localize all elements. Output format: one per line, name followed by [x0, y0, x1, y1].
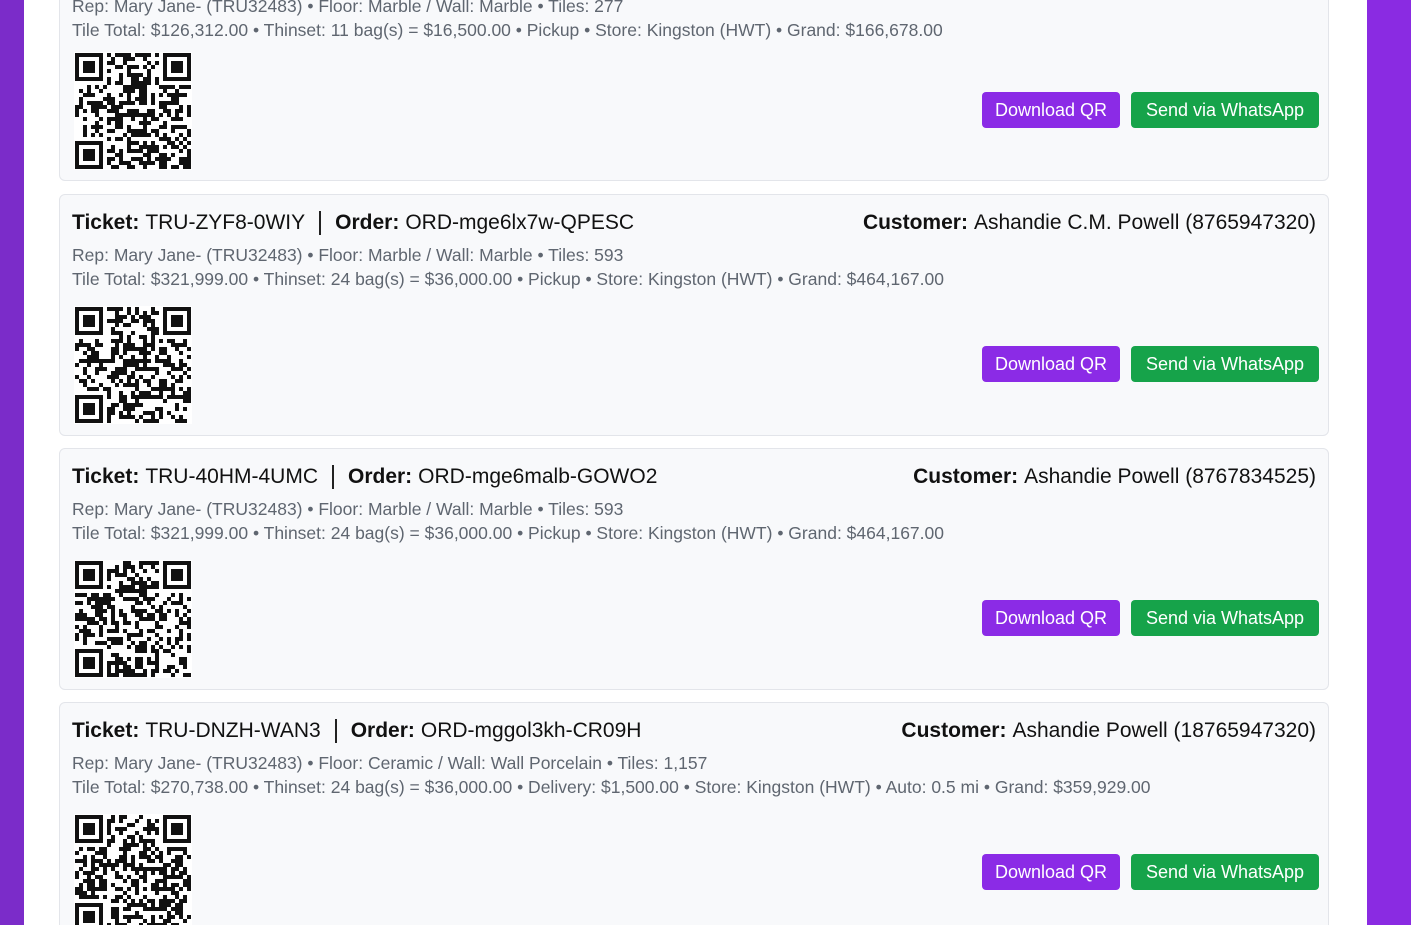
order-label: Order: — [350, 719, 415, 742]
qr-code-image — [74, 814, 192, 925]
download-qr-button[interactable]: Download QR — [982, 600, 1120, 636]
send-whatsapp-button[interactable]: Send via WhatsApp — [1131, 92, 1319, 128]
customer-info: Customer: Ashandie Powell (8767834525) — [913, 465, 1316, 489]
totals-details: Tile Total: $126,312.00 • Thinset: 11 ba… — [72, 20, 943, 40]
send-whatsapp-button[interactable]: Send via WhatsApp — [1131, 854, 1319, 890]
ticket-card: Ticket: TRU-40HM-4UMC Order: ORD-mge6mal… — [59, 448, 1329, 690]
rep-details: Rep: Mary Jane- (TRU32483) • Floor: Cera… — [72, 753, 708, 773]
totals-details: Tile Total: $270,738.00 • Thinset: 24 ba… — [72, 777, 1151, 797]
order-label: Order: — [335, 211, 400, 234]
customer-info: Customer: Ashandie Powell (18765947320) — [901, 719, 1316, 743]
ticket-header: Ticket: TRU-DNZH-WAN3 Order: ORD-mggol3k… — [72, 717, 1316, 745]
order-label: Order: — [347, 465, 413, 488]
divider — [331, 465, 334, 489]
customer-label: Customer: — [862, 211, 968, 234]
send-whatsapp-button[interactable]: Send via WhatsApp — [1131, 346, 1319, 382]
ticket-card: Ticket: TRU-DNZH-WAN3 Order: ORD-mggol3k… — [59, 702, 1329, 925]
ticket-header: Ticket: TRU-40HM-4UMC Order: ORD-mge6mal… — [72, 463, 1316, 491]
customer-info: Customer: Ashandie C.M. Powell (876594732… — [863, 211, 1316, 235]
rep-details: Rep: Mary Jane- (TRU32483) • Floor: Marb… — [72, 245, 624, 265]
order-id: ORD-mggol3kh-CR09H — [420, 719, 642, 742]
download-qr-button[interactable]: Download QR — [982, 92, 1120, 128]
send-whatsapp-button[interactable]: Send via WhatsApp — [1131, 600, 1319, 636]
ticket-id: TRU-ZYF8-0WIY — [145, 211, 306, 234]
qr-code-image — [74, 560, 192, 678]
download-qr-button[interactable]: Download QR — [982, 346, 1120, 382]
order-id: ORD-mge6malb-GOWO2 — [418, 465, 658, 488]
divider — [334, 719, 337, 743]
customer-label: Customer: — [901, 719, 1007, 742]
download-qr-button[interactable]: Download QR — [982, 854, 1120, 890]
ticket-card: Ticket: TRU-ZYF8-0WIY Order: ORD-mge6lx7… — [59, 194, 1329, 436]
ticket-list-panel: Rep: Mary Jane- (TRU32483) • Floor: Marb… — [24, 0, 1367, 925]
qr-code-image — [74, 306, 192, 424]
customer-name: Ashandie Powell (8767834525) — [1024, 465, 1316, 488]
rep-details: Rep: Mary Jane- (TRU32483) • Floor: Marb… — [72, 0, 624, 16]
ticket-header: Ticket: TRU-ZYF8-0WIY Order: ORD-mge6lx7… — [72, 209, 1316, 237]
totals-details: Tile Total: $321,999.00 • Thinset: 24 ba… — [72, 523, 944, 543]
ticket-label: Ticket: — [72, 719, 140, 742]
order-id: ORD-mge6lx7w-QPESC — [405, 211, 635, 234]
qr-code-image — [74, 52, 192, 170]
ticket-card: Rep: Mary Jane- (TRU32483) • Floor: Marb… — [59, 0, 1329, 181]
customer-name: Ashandie C.M. Powell (8765947320) — [973, 211, 1316, 234]
totals-details: Tile Total: $321,999.00 • Thinset: 24 ba… — [72, 269, 944, 289]
customer-name: Ashandie Powell (18765947320) — [1012, 719, 1316, 742]
ticket-label: Ticket: — [72, 465, 140, 488]
customer-label: Customer: — [913, 465, 1019, 488]
divider — [319, 211, 322, 235]
rep-details: Rep: Mary Jane- (TRU32483) • Floor: Marb… — [72, 499, 624, 519]
ticket-label: Ticket: — [72, 211, 140, 234]
ticket-id: TRU-40HM-4UMC — [145, 465, 318, 488]
ticket-id: TRU-DNZH-WAN3 — [145, 719, 321, 742]
